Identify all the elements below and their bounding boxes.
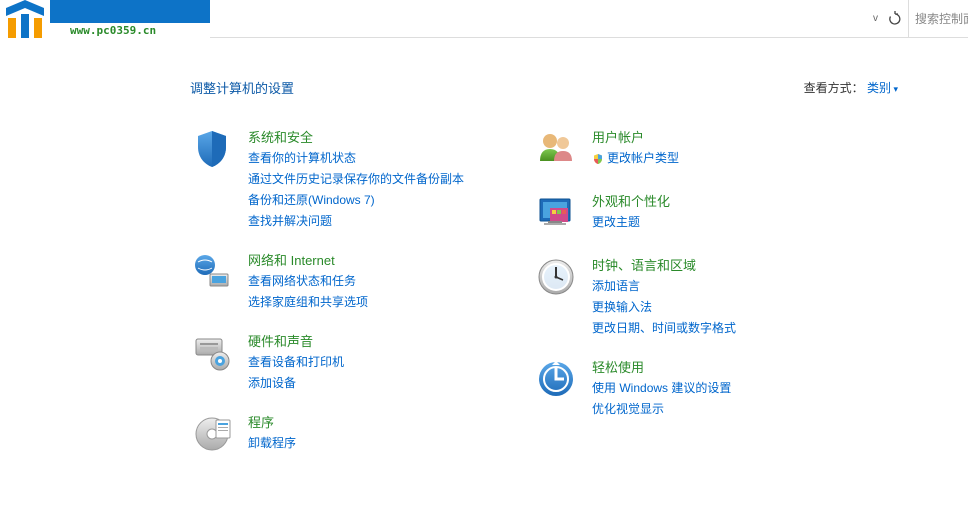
appearance-icon[interactable] (534, 191, 578, 235)
category-title[interactable]: 硬件和声音 (248, 331, 344, 350)
category-link[interactable]: 卸载程序 (248, 434, 296, 452)
hardware-icon[interactable] (190, 331, 234, 375)
category-link[interactable]: 查找并解决问题 (248, 212, 464, 230)
breadcrumb-dropdown-icon[interactable]: v (869, 9, 882, 28)
view-by-value[interactable]: 类别 (867, 81, 898, 95)
category-title[interactable]: 轻松使用 (592, 357, 731, 376)
users-icon[interactable] (534, 127, 578, 171)
network-icon[interactable] (190, 250, 234, 294)
content-area: 调整计算机的设置 查看方式： 类别 系统和安全查看你的计算机状态通过文件历史记录… (0, 38, 968, 456)
category-item: 硬件和声音查看设备和打印机添加设备 (190, 331, 464, 392)
category-link[interactable]: 选择家庭组和共享选项 (248, 293, 368, 311)
view-by-label: 查看方式： (804, 81, 864, 95)
category-item: 外观和个性化更改主题 (534, 191, 736, 235)
header-bar: www.pc0359.cn v 搜索控制面 (0, 0, 968, 38)
category-link[interactable]: 查看网络状态和任务 (248, 272, 368, 290)
search-input[interactable]: 搜索控制面 (908, 0, 968, 38)
uac-shield-icon (592, 153, 604, 165)
page-title: 调整计算机的设置 (190, 78, 294, 97)
category-link[interactable]: 添加语言 (592, 277, 736, 295)
category-link[interactable]: 更改帐户类型 (592, 149, 679, 167)
logo-area: www.pc0359.cn (0, 0, 210, 38)
category-link[interactable]: 查看设备和打印机 (248, 353, 344, 371)
category-title[interactable]: 程序 (248, 412, 296, 431)
shield-icon[interactable] (190, 127, 234, 171)
category-item: 系统和安全查看你的计算机状态通过文件历史记录保存你的文件备份副本备份和还原(Wi… (190, 127, 464, 230)
refresh-button[interactable] (886, 10, 904, 28)
category-link[interactable]: 备份和还原(Windows 7) (248, 191, 464, 209)
category-item: 用户帐户更改帐户类型 (534, 127, 736, 171)
category-link[interactable]: 查看你的计算机状态 (248, 149, 464, 167)
ease-icon[interactable] (534, 357, 578, 401)
category-link[interactable]: 更改日期、时间或数字格式 (592, 319, 736, 337)
category-title[interactable]: 外观和个性化 (592, 191, 670, 210)
category-item: 轻松使用使用 Windows 建议的设置优化视觉显示 (534, 357, 736, 418)
category-link[interactable]: 通过文件历史记录保存你的文件备份副本 (248, 170, 464, 188)
category-link[interactable]: 添加设备 (248, 374, 344, 392)
category-link[interactable]: 更换输入法 (592, 298, 736, 316)
category-title[interactable]: 用户帐户 (592, 127, 679, 146)
nav-controls: v (869, 9, 908, 28)
site-logo-icon (0, 0, 50, 43)
clock-icon[interactable] (534, 255, 578, 299)
category-link[interactable]: 优化视觉显示 (592, 400, 731, 418)
category-link[interactable]: 更改主题 (592, 213, 670, 231)
view-by-control: 查看方式： 类别 (804, 79, 898, 96)
category-title[interactable]: 系统和安全 (248, 127, 464, 146)
category-item: 时钟、语言和区域添加语言更换输入法更改日期、时间或数字格式 (534, 255, 736, 337)
category-title[interactable]: 时钟、语言和区域 (592, 255, 736, 274)
programs-icon[interactable] (190, 412, 234, 456)
category-item: 网络和 Internet 查看网络状态和任务选择家庭组和共享选项 (190, 250, 464, 311)
category-item: 程序卸载程序 (190, 412, 464, 456)
category-link[interactable]: 使用 Windows 建议的设置 (592, 379, 731, 397)
category-title[interactable]: 网络和 Internet (248, 250, 368, 269)
